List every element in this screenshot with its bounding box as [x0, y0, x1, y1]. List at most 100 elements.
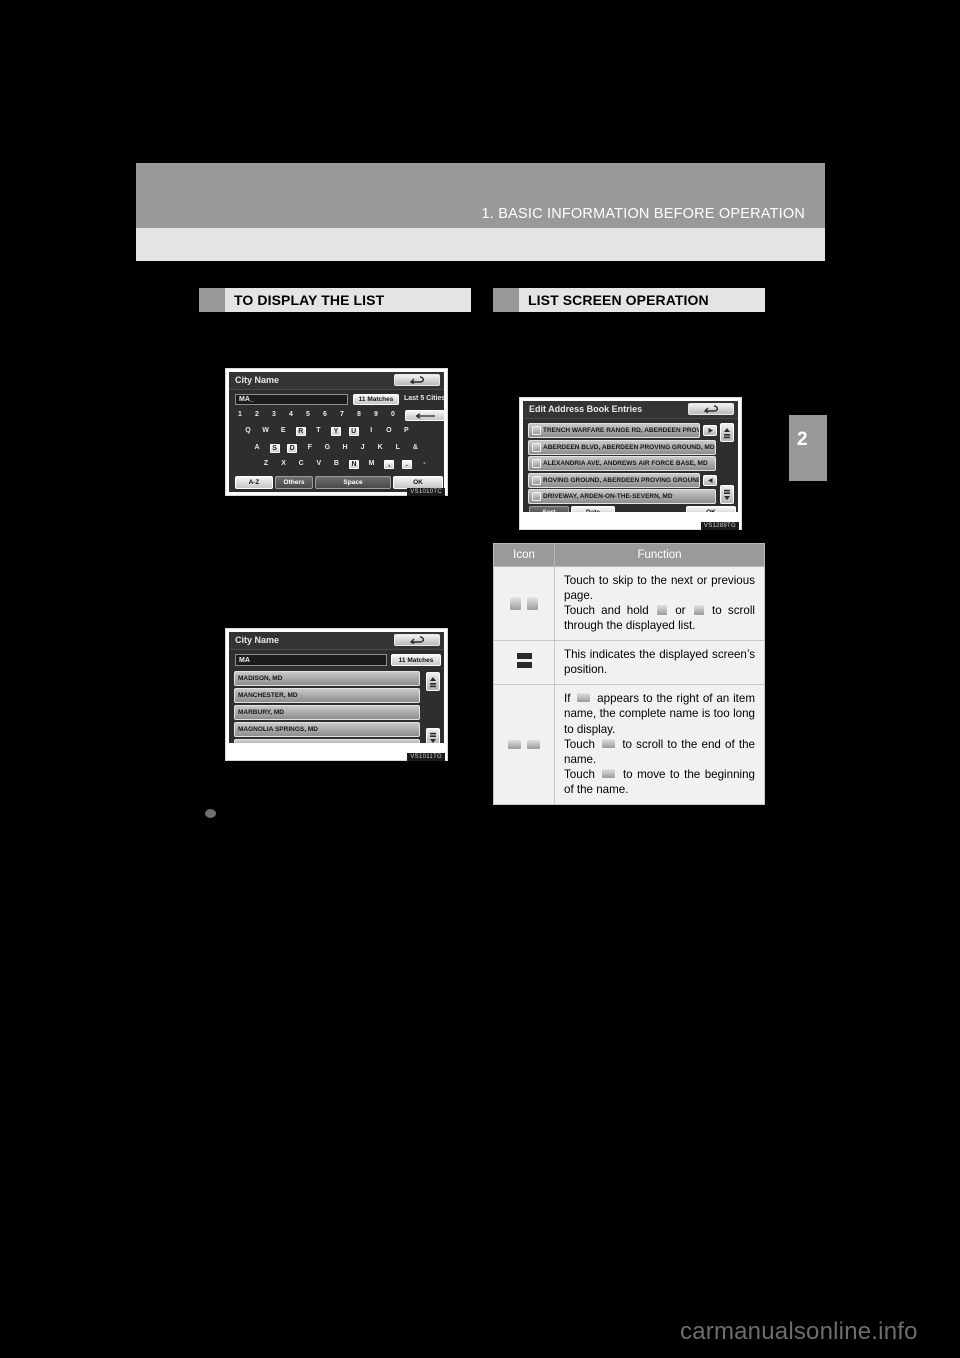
key-0[interactable]: 0 [388, 411, 398, 418]
section-swatch [199, 288, 225, 312]
page-up-icon [508, 596, 522, 612]
key-f[interactable]: F [305, 444, 315, 451]
key-sym[interactable]: & [410, 444, 420, 451]
a-z-button[interactable]: A-Z [235, 476, 273, 489]
backspace-icon[interactable] [405, 410, 444, 421]
back-arrow-icon[interactable] [394, 374, 440, 386]
key-b[interactable]: B [331, 460, 341, 467]
key-3[interactable]: 3 [269, 411, 279, 418]
key-2[interactable]: 2 [252, 411, 262, 418]
key-sym[interactable]: . [401, 460, 412, 469]
table-row: If appears to the right of an item name,… [493, 684, 765, 805]
scroll-left-icon [601, 767, 617, 779]
list-item[interactable]: DRIVEWAY, ARDEN-ON-THE-SEVERN, MD [528, 489, 716, 504]
key-r[interactable]: R [295, 427, 306, 436]
list-item[interactable]: ROVING GROUND, ABERDEEN PROVING GROUND, … [528, 472, 700, 488]
key-t[interactable]: T [313, 427, 323, 434]
scroll-right-icon [601, 737, 617, 749]
scroll-left-icon[interactable] [703, 474, 717, 486]
section-bar: LIST SCREEN OPERATION [519, 288, 765, 312]
back-arrow-icon[interactable] [688, 403, 734, 415]
icon-cell [493, 565, 555, 642]
page-down-icon [526, 596, 540, 612]
key-w[interactable]: W [261, 427, 271, 434]
key-n[interactable]: N [349, 460, 359, 469]
key-l[interactable]: L [393, 444, 403, 451]
key-d[interactable]: D [287, 444, 298, 453]
key-s[interactable]: S [269, 444, 280, 453]
back-arrow-glyph [703, 405, 719, 413]
key-q[interactable]: Q [243, 427, 253, 434]
key-m[interactable]: M [367, 460, 377, 467]
key-e[interactable]: E [278, 427, 288, 434]
page-up-icon[interactable] [720, 423, 734, 442]
function-text-a: Touch to skip to the next or previous pa… [564, 574, 755, 603]
search-input[interactable]: MA [235, 654, 387, 666]
key-sym[interactable]: - [419, 460, 429, 467]
function-text-e: Touch [564, 767, 595, 781]
nav-screenshot-edit-address-book: Edit Address Book Entries TRENCH WARFARE… [519, 397, 742, 530]
scroll-right-icon[interactable] [703, 425, 717, 436]
list-item[interactable]: TRENCH WARFARE RANGE RD, ABERDEEN PROVIN… [528, 423, 700, 438]
key-h[interactable]: H [340, 444, 350, 451]
key-z[interactable]: Z [261, 460, 271, 467]
key-6[interactable]: 6 [320, 411, 330, 418]
page-up-icon[interactable] [426, 672, 440, 691]
key-7[interactable]: 7 [337, 411, 347, 418]
list-item-label: MAGNOLIA SPRINGS, MD [238, 726, 318, 733]
list-item[interactable]: MADISON, MD [234, 671, 420, 686]
list-item[interactable]: ALEXANDRIA AVE, ANDREWS AIR FORCE BASE, … [528, 456, 716, 471]
nav-screenshot-city-name-list: City Name MA 11 Matches MADISON, MD MANCH… [225, 628, 448, 761]
others-button[interactable]: Others [275, 476, 313, 489]
key-8[interactable]: 8 [354, 411, 364, 418]
figure-caption-code: VS1289TG [700, 522, 739, 530]
address-entry-icon [532, 459, 541, 468]
function-text-a: If [564, 692, 571, 706]
key-i[interactable]: I [366, 427, 376, 434]
list-item[interactable]: MAGNOLIA SPRINGS, MD [234, 722, 420, 737]
matches-button[interactable]: 11 Matches [391, 654, 441, 666]
key-o[interactable]: O [384, 427, 394, 434]
address-entry-icon [532, 475, 541, 485]
figure-caption-code: VS1011TG [407, 753, 445, 761]
nav-screen: City Name MA 11 Matches MADISON, MD MANCH… [229, 632, 444, 757]
back-arrow-icon[interactable] [394, 634, 440, 646]
key-y[interactable]: Y [331, 427, 341, 436]
key-g[interactable]: G [322, 444, 332, 451]
watermark: carmanualsonline.info [680, 1318, 918, 1345]
key-u[interactable]: U [348, 427, 359, 436]
section-title: TO DISPLAY THE LIST [234, 292, 385, 308]
key-sym[interactable]: , [384, 460, 395, 469]
key-p[interactable]: P [401, 427, 411, 434]
list-item[interactable]: MARBURY, MD [234, 705, 420, 720]
function-cell: Touch to skip to the next or previous pa… [554, 565, 765, 642]
key-5[interactable]: 5 [303, 411, 313, 418]
key-x[interactable]: X [279, 460, 289, 467]
key-a[interactable]: A [252, 444, 262, 451]
list-item[interactable]: MANCHESTER, MD [234, 688, 420, 703]
key-c[interactable]: C [296, 460, 306, 467]
key-9[interactable]: 9 [371, 411, 381, 418]
function-text-c: Touch [564, 737, 595, 751]
page-down-icon[interactable] [720, 485, 734, 504]
matches-button[interactable]: 11 Matches [353, 394, 399, 405]
key-k[interactable]: K [375, 444, 385, 451]
last-cities-label[interactable]: Last 5 Cities [404, 395, 444, 402]
key-j[interactable]: J [358, 444, 368, 451]
chapter-tab: 2 [789, 415, 827, 481]
column-header-icon: Icon [493, 543, 555, 567]
nav-screen-title: City Name [235, 635, 280, 645]
scroll-right-icon [576, 692, 592, 704]
key-v[interactable]: V [314, 460, 324, 467]
search-input[interactable]: MA_ [235, 394, 348, 405]
list-item[interactable]: ABERDEEN BLVD, ABERDEEN PROVING GROUND, … [528, 439, 716, 455]
list-item-label: MANCHESTER, MD [238, 692, 298, 699]
key-4[interactable]: 4 [286, 411, 296, 418]
section-swatch [493, 288, 519, 312]
space-button[interactable]: Space [315, 476, 391, 489]
function-text-b: appears to the right of an item name, th… [564, 692, 755, 736]
key-1[interactable]: 1 [235, 411, 245, 418]
figure-caption-code: VS1010TC [407, 488, 445, 496]
chapter-number: 2 [797, 429, 808, 450]
nav-screen: City Name MA_ 11 Matches Last 5 Cities 1… [229, 372, 444, 492]
